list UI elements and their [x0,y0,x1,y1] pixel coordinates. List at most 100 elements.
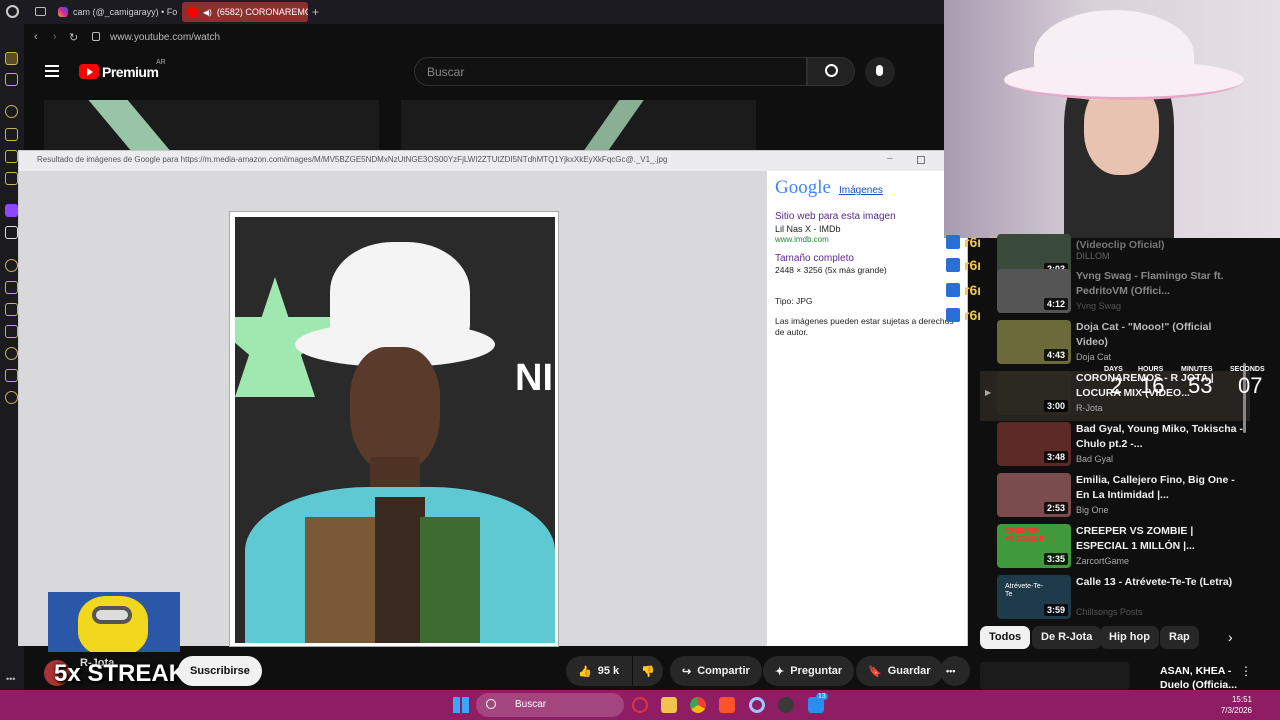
search-icon [486,699,496,709]
minimize-button[interactable]: – [887,153,893,164]
heart-icon[interactable] [5,303,18,316]
playlist-item[interactable]: CREEPER VS ZOMBIE 3:35 CREEPER VS ZOMBIE… [980,524,1250,574]
twitch-icon[interactable] [5,204,18,217]
video-thumbnail[interactable]: 4:12 [997,269,1071,313]
chrome-icon[interactable] [690,697,706,713]
video-title: Calle 13 - Atrévete-Te-Te (Letra) [1076,576,1233,588]
playlist-item[interactable]: 4:43 Doja Cat - "Mooo!" (Official Video)… [980,320,1250,370]
images-link[interactable]: Imágenes [839,185,883,196]
file-explorer-icon[interactable] [661,697,677,713]
video-thumbnail[interactable]: 4:43 [997,320,1071,364]
dislike-button[interactable]: 👎 [633,656,663,686]
taskbar-search[interactable]: Buscar [476,693,624,717]
subscribe-button[interactable]: Suscribirse [178,656,262,686]
video-title: Bad Gyal, Young Miko, Tokischa - Chulo p… [1076,423,1243,450]
badge-icon [946,308,960,322]
countdown-minutes-label: MINUTES [1181,366,1213,373]
video-channel: ZarcortGame [1076,556,1130,566]
opera-icon[interactable] [632,697,648,713]
history-icon[interactable] [5,105,18,118]
next-up-menu-icon[interactable]: ⋮ [1240,664,1252,678]
windows-start-icon[interactable] [453,697,469,713]
box-icon[interactable] [5,369,18,382]
chip-hip-hop[interactable]: Hip hop [1100,626,1159,649]
like-button[interactable]: 👍 95 k [566,656,632,686]
hourglass-icon[interactable] [5,325,18,338]
next-up-title[interactable]: ASAN, KHEA - Duelo (Officia... [1160,664,1240,692]
ask-button[interactable]: ✦ Preguntar [763,656,855,686]
image-info-pane: Google Imágenes Sitio web para esta imag… [767,171,967,646]
countdown-seconds: 07 [1238,373,1263,398]
video-player[interactable] [44,100,756,150]
maximize-button[interactable] [917,156,925,164]
new-tab-button[interactable]: + [312,5,319,19]
tab-label: cam (@_camigarayy) • Fot [73,7,177,17]
filter-chips: Todos De R-Jota Hip hop Rap › [980,626,1280,650]
thumbs-up-icon: 👍 [578,665,592,678]
grid-icon[interactable] [5,150,18,163]
chip-de-r-jota[interactable]: De R-Jota [1032,626,1102,649]
chip-todos[interactable]: Todos [980,626,1031,649]
settings-icon[interactable] [5,391,18,404]
full-size-label[interactable]: Tamaño completo [775,253,854,264]
app-c-icon[interactable] [749,697,765,713]
reload-icon[interactable]: ↻ [69,31,78,44]
youtube-logo-text[interactable]: Premium [102,64,159,80]
sidebar-more-icon[interactable]: ••• [6,674,15,684]
speaker-icon[interactable]: ◀) [203,8,212,17]
thumbnail-text: CREEPER VS ZOMBIE [1005,528,1044,543]
taskbar: Buscar 13 15:51 7/3/2026 [0,690,1280,720]
video-channel: Chillsongs Posts [1076,607,1143,617]
video-thumbnail[interactable]: Atrévete-Te-Te 3:59 [997,575,1071,619]
brave-icon[interactable] [719,697,735,713]
video-channel: DILLOM [1076,251,1110,261]
chip-rap[interactable]: Rap [1160,626,1199,649]
playlist-item[interactable]: 4:12 Yvng Swag - Flamingo Star ft. Pedri… [980,269,1250,319]
playlist-item[interactable]: 3:48 Bad Gyal, Young Miko, Tokischa - Ch… [980,422,1250,472]
copyright-notice: Las imágenes pueden estar sujetas a dere… [775,316,954,337]
more-actions-button[interactable]: ••• [940,656,970,686]
search-button[interactable] [807,57,855,86]
apps-icon[interactable] [5,281,18,294]
site-url[interactable]: www.imdb.com [775,235,829,244]
voice-search-button[interactable] [865,57,895,87]
site-label[interactable]: Sitio web para esta imagen [775,211,896,222]
countdown-days: 2 [1110,373,1123,398]
tab-instagram[interactable]: cam (@_camigarayy) • Fot [52,2,177,22]
system-clock[interactable]: 15:51 7/3/2026 [1221,694,1252,716]
menu-icon[interactable] [45,65,59,77]
youtube-logo-icon[interactable] [79,64,99,79]
home-icon[interactable] [5,52,18,65]
video-thumbnail[interactable]: 3:00 [997,371,1071,415]
site-title: Lil Nas X - IMDb [775,224,841,234]
gamepad-icon[interactable] [5,73,18,86]
bag-icon[interactable] [5,128,18,141]
play-circle-icon[interactable] [5,259,18,272]
video-thumbnail[interactable]: 2:53 [997,473,1071,517]
thumbs-down-icon: 👎 [641,665,655,678]
photo-image[interactable]: NI [235,217,555,643]
share-button[interactable]: ↪ Compartir [670,656,762,686]
image-preview-pane: × NI [19,171,767,647]
save-button[interactable]: 🔖 Guardar [856,656,943,686]
messenger-icon[interactable] [5,172,18,185]
video-thumbnail[interactable]: 3:48 [997,422,1071,466]
tab-manager-icon[interactable] [35,7,46,16]
back-icon[interactable]: ‹ [34,31,38,43]
chevron-right-icon[interactable]: › [1228,629,1233,645]
next-up-thumbnail[interactable] [980,662,1130,690]
url-field[interactable]: www.youtube.com/watch [110,32,220,43]
browser-logo-icon[interactable] [6,5,19,18]
forward-icon[interactable]: › [53,31,57,43]
lock-icon [92,32,100,41]
popup-title: Resultado de imágenes de Google para htt… [19,151,967,171]
x-icon[interactable] [5,226,18,239]
playlist-item[interactable]: Atrévete-Te-Te 3:59 Calle 13 - Atrévete-… [980,575,1250,625]
tab-youtube[interactable]: ◀) (6582) CORONAREMO [182,2,308,22]
obs-icon[interactable] [778,697,794,713]
video-thumbnail[interactable]: CREEPER VS ZOMBIE 3:35 [997,524,1071,568]
playlist-item[interactable]: 2:53 Emilia, Callejero Fino, Big One - E… [980,473,1250,523]
save-label: Guardar [887,665,931,677]
search-input[interactable]: Buscar [414,57,807,86]
clock-icon[interactable] [5,347,18,360]
